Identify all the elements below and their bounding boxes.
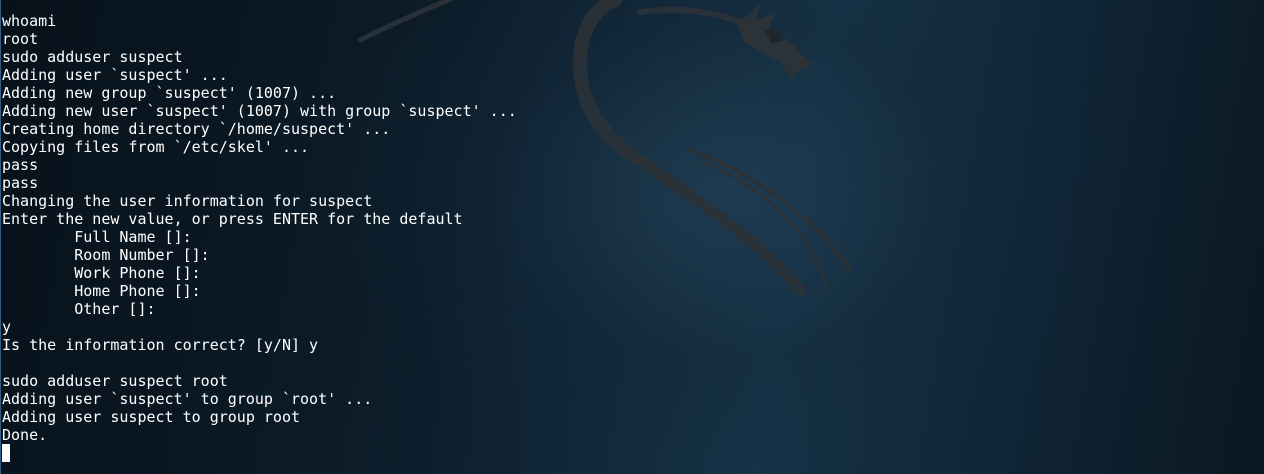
terminal-line: Other []: — [2, 300, 156, 318]
terminal-line: root — [2, 30, 39, 48]
terminal-line: Creating home directory `/home/suspect' … — [2, 120, 391, 138]
terminal-line: Enter the new value, or press ENTER for … — [2, 210, 463, 228]
terminal-line: sudo adduser suspect — [2, 48, 183, 66]
terminal-line: pass — [2, 174, 39, 192]
terminal-line: Room Number []: — [2, 246, 210, 264]
terminal-line: pass — [2, 156, 39, 174]
terminal-line: y — [2, 318, 12, 336]
terminal-line: Full Name []: — [2, 228, 192, 246]
terminal-line: Adding new group `suspect' (1007) ... — [2, 84, 337, 102]
terminal-line: Work Phone []: — [2, 264, 201, 282]
terminal-line: sudo adduser suspect root — [2, 372, 228, 390]
terminal-line: Adding user `suspect' ... — [2, 66, 228, 84]
terminal-line: Adding user suspect to group root — [2, 408, 301, 426]
terminal-line: Done. — [2, 426, 48, 444]
terminal-line: Is the information correct? [y/N] y — [2, 336, 319, 354]
terminal-line: Copying files from `/etc/skel' ... — [2, 138, 310, 156]
terminal-line: Adding user `suspect' to group `root' ..… — [2, 390, 373, 408]
window-border — [0, 0, 1, 474]
terminal-line: Adding new user `suspect' (1007) with gr… — [2, 102, 517, 120]
terminal-cursor[interactable] — [2, 444, 10, 462]
terminal-line: Home Phone []: — [2, 282, 201, 300]
terminal-line: Changing the user information for suspec… — [2, 192, 373, 210]
terminal-output[interactable]: whoami root sudo adduser suspect Adding use… — [2, 12, 517, 462]
terminal-window[interactable]: whoami root sudo adduser suspect Adding use… — [0, 0, 1264, 474]
terminal-line: whoami — [2, 12, 57, 30]
